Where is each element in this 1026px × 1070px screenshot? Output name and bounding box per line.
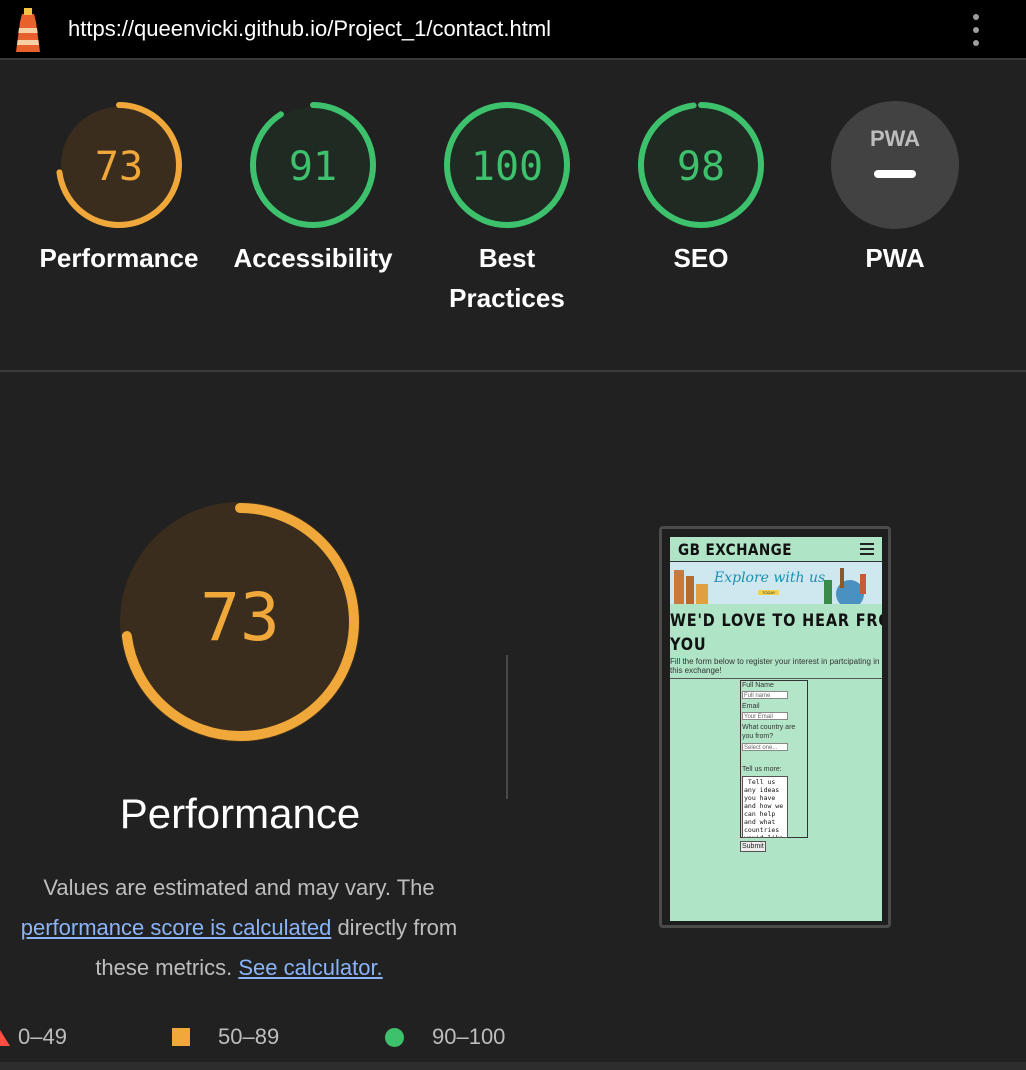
banner-text: Explore with us bbox=[714, 570, 826, 586]
pwa-badge-text: PWA bbox=[870, 126, 920, 151]
fail-triangle-icon bbox=[0, 1030, 10, 1046]
legend-pass-range: 90–100 bbox=[432, 1024, 506, 1049]
full-name-field: Full name bbox=[742, 691, 788, 699]
gauge-accessibility-ring: 91 bbox=[250, 102, 376, 228]
legend-average-range: 50–89 bbox=[218, 1024, 280, 1049]
pwa-badge-icon: PWA bbox=[831, 101, 959, 229]
pass-circle-icon bbox=[385, 1028, 404, 1047]
gauge-seo-ring: 98 bbox=[638, 102, 764, 228]
final-screenshot: GB EXCHANGE Explore with us TODAY WE'D L… bbox=[670, 537, 882, 921]
contact-form: Full Name Full name Email Your Email Wha… bbox=[740, 680, 808, 838]
submit-button: Submit bbox=[740, 841, 766, 852]
gauge-accessibility-score: 91 bbox=[289, 144, 337, 190]
gauge-accessibility[interactable]: 91 Accessibility bbox=[233, 100, 393, 278]
performance-score-link[interactable]: performance score is calculated bbox=[21, 915, 332, 940]
page-intro: Fill the form below to register your int… bbox=[670, 657, 880, 675]
gauge-best-practices-label: Best Practices bbox=[427, 238, 587, 318]
gauge-best-practices-label-line1: Best bbox=[478, 243, 536, 273]
gauge-pwa[interactable]: PWA PWA bbox=[815, 100, 975, 278]
gauge-performance-ring: 73 bbox=[56, 102, 182, 228]
screenshot-rule bbox=[670, 678, 882, 679]
description-prefix: Values are estimated and may vary. The bbox=[43, 875, 435, 900]
more-options-icon[interactable] bbox=[966, 12, 986, 48]
full-name-label: Full Name bbox=[742, 682, 774, 689]
page-heading-line2: YOU bbox=[670, 635, 707, 655]
gauge-seo[interactable]: 98 SEO bbox=[621, 100, 781, 278]
pwa-dash-icon bbox=[874, 170, 916, 178]
performance-big-score: 73 bbox=[200, 579, 279, 656]
gauge-accessibility-label: Accessibility bbox=[233, 243, 393, 273]
gauge-performance[interactable]: 73 Performance bbox=[39, 100, 199, 278]
see-calculator-link[interactable]: See calculator. bbox=[238, 955, 382, 980]
gauge-best-practices-label-line2: Practices bbox=[449, 283, 565, 313]
performance-title: Performance bbox=[119, 790, 361, 837]
vertical-divider bbox=[506, 655, 508, 799]
gauge-best-practices-ring: 100 bbox=[444, 102, 570, 228]
gauge-performance-score: 73 bbox=[95, 144, 143, 190]
score-legend: 0–49 50–89 90–100 bbox=[0, 1024, 1026, 1054]
performance-big-gauge: 73 bbox=[120, 502, 360, 742]
site-header: GB EXCHANGE bbox=[670, 537, 882, 562]
top-bar: https://queenvicki.github.io/Project_1/c… bbox=[0, 0, 1026, 60]
page-heading-line1: WE'D LOVE TO HEAR FROM bbox=[670, 611, 882, 631]
banner-subtext: TODAY bbox=[758, 590, 780, 595]
page-url: https://queenvicki.github.io/Project_1/c… bbox=[68, 16, 552, 41]
lighthouse-logo-icon bbox=[16, 8, 40, 52]
gauge-best-practices[interactable]: 100 Best Practices bbox=[427, 100, 587, 318]
gauge-best-practices-score: 100 bbox=[471, 144, 543, 190]
legend-fail-range: 0–49 bbox=[18, 1024, 67, 1049]
more-label: Tell us more: bbox=[742, 766, 782, 773]
page-heading: WE'D LOVE TO HEAR FROM YOU bbox=[670, 609, 882, 657]
gauge-seo-label: SEO bbox=[673, 243, 729, 273]
average-square-icon bbox=[172, 1028, 190, 1046]
gauge-performance-label: Performance bbox=[39, 243, 199, 273]
country-select: Select one... bbox=[742, 743, 788, 751]
bottom-band bbox=[0, 1062, 1026, 1070]
email-field: Your Email bbox=[742, 712, 788, 720]
hamburger-menu-icon bbox=[860, 543, 874, 555]
site-brand: GB EXCHANGE bbox=[678, 540, 792, 559]
final-screenshot-frame: GB EXCHANGE Explore with us TODAY WE'D L… bbox=[659, 526, 891, 928]
gauge-pwa-label: PWA bbox=[865, 243, 925, 273]
email-label: Email bbox=[742, 703, 760, 710]
section-divider bbox=[0, 370, 1026, 372]
performance-description: Values are estimated and may vary. The p… bbox=[0, 868, 484, 988]
more-textarea: Tell us any ideas you have and how we ca… bbox=[742, 776, 788, 838]
site-banner: Explore with us TODAY bbox=[670, 562, 882, 604]
country-label: What country are you from? bbox=[742, 724, 796, 740]
gauge-seo-score: 98 bbox=[677, 144, 725, 190]
